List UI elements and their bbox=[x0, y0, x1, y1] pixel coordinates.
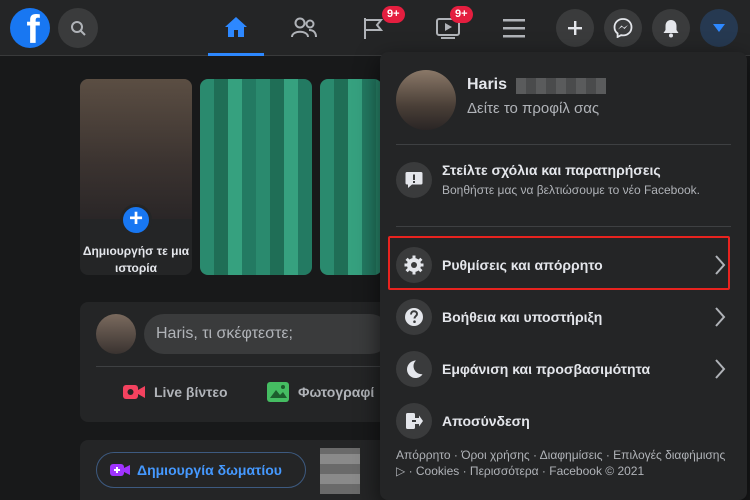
watch-notification-badge: 9+ bbox=[450, 6, 473, 23]
profile-link[interactable]: Haris Δείτε το προφίλ σας bbox=[388, 60, 739, 136]
profile-avatar bbox=[396, 70, 456, 130]
search-icon bbox=[71, 21, 86, 36]
add-story-icon: + bbox=[120, 204, 152, 236]
tab-home[interactable] bbox=[208, 0, 264, 56]
tab-friends[interactable] bbox=[276, 0, 332, 56]
feedback-icon-wrap bbox=[396, 162, 432, 198]
room-video-icon bbox=[110, 464, 130, 476]
create-room-button[interactable]: Δημιουργία δωματίου bbox=[96, 452, 306, 488]
plus-icon bbox=[568, 21, 582, 35]
create-story-label: Δημιουργήσ τε μια ιστορία bbox=[82, 244, 190, 275]
caret-down-icon bbox=[713, 24, 725, 32]
hamburger-menu-icon bbox=[503, 19, 525, 38]
logout-label: Αποσύνδεση bbox=[442, 413, 530, 429]
tab-menu[interactable] bbox=[486, 0, 542, 56]
profile-name: Haris bbox=[467, 76, 508, 93]
search-button[interactable] bbox=[58, 8, 98, 48]
question-mark-icon bbox=[405, 308, 423, 326]
display-icon-wrap bbox=[396, 351, 432, 387]
story-profile-photo bbox=[80, 79, 192, 219]
messenger-icon bbox=[613, 18, 633, 38]
menu-item-logout[interactable]: Αποσύνδεση bbox=[388, 396, 739, 446]
feedback-description: Βοηθήστε μας να βελτιώσουμε το νέο Faceb… bbox=[442, 183, 701, 197]
divider bbox=[96, 366, 390, 367]
divider bbox=[396, 144, 731, 145]
redacted-surname bbox=[516, 78, 606, 94]
chevron-right-icon bbox=[715, 307, 726, 327]
create-room-label: Δημιουργία δωματίου bbox=[137, 462, 282, 478]
live-video-label: Live βίντεο bbox=[154, 384, 228, 400]
bell-icon bbox=[663, 20, 679, 38]
story-card[interactable] bbox=[200, 79, 312, 275]
menu-item-display-accessibility[interactable]: Εμφάνιση και προσβασιμότητα bbox=[388, 344, 739, 394]
notifications-button[interactable] bbox=[652, 9, 690, 47]
avatar bbox=[96, 314, 136, 354]
logout-icon bbox=[406, 413, 423, 429]
tab-pages[interactable]: 9+ bbox=[346, 0, 405, 56]
tab-watch[interactable]: 9+ bbox=[420, 0, 476, 56]
menu-item-feedback[interactable]: Στείλτε σχόλια και παρατηρήσεις Βοηθήστε… bbox=[388, 152, 739, 222]
account-menu-button[interactable] bbox=[700, 9, 738, 47]
friends-icon bbox=[291, 17, 317, 38]
avatar bbox=[320, 448, 360, 494]
feedback-title: Στείλτε σχόλια και παρατηρήσεις bbox=[442, 162, 661, 178]
pages-notification-badge: 9+ bbox=[382, 6, 405, 23]
facebook-logo[interactable]: f bbox=[10, 8, 50, 48]
top-navigation-bar: f 9+ 9+ bbox=[0, 0, 750, 56]
photo-video-button[interactable]: Φωτογραφί bbox=[266, 378, 374, 406]
annotation-highlight-box bbox=[388, 236, 730, 290]
feedback-icon bbox=[405, 172, 423, 188]
facebook-logo-letter: f bbox=[26, 8, 40, 48]
menu-footer-links[interactable]: Απόρρητο · Όροι χρήσης · Διαφημίσεις · Ε… bbox=[396, 447, 726, 479]
messenger-button[interactable] bbox=[604, 9, 642, 47]
divider bbox=[396, 226, 731, 227]
live-video-icon bbox=[123, 385, 145, 399]
create-room-card: Δημιουργία δωματίου bbox=[80, 440, 390, 500]
post-composer: Haris, τι σκέφτεστε; Live βίντεο Φωτογρα… bbox=[80, 302, 390, 422]
menu-item-help-support[interactable]: Βοήθεια και υποστήριξη bbox=[388, 292, 739, 342]
photo-icon bbox=[267, 382, 289, 402]
chevron-right-icon bbox=[715, 359, 726, 379]
photo-label: Φωτογραφί bbox=[298, 384, 375, 400]
whats-on-your-mind-input[interactable]: Haris, τι σκέφτεστε; bbox=[144, 314, 390, 354]
moon-icon bbox=[407, 360, 423, 378]
live-video-button[interactable]: Live βίντεο bbox=[122, 378, 228, 406]
create-story-card[interactable]: + Δημιουργήσ τε μια ιστορία bbox=[80, 79, 192, 275]
display-accessibility-label: Εμφάνιση και προσβασιμότητα bbox=[442, 361, 651, 377]
help-support-label: Βοήθεια και υποστήριξη bbox=[442, 309, 603, 325]
logout-icon-wrap bbox=[396, 403, 432, 439]
home-icon bbox=[225, 16, 247, 37]
help-icon-wrap bbox=[396, 299, 432, 335]
story-card[interactable] bbox=[320, 79, 382, 275]
create-button[interactable] bbox=[556, 9, 594, 47]
profile-subtitle: Δείτε το προφίλ σας bbox=[467, 100, 600, 117]
